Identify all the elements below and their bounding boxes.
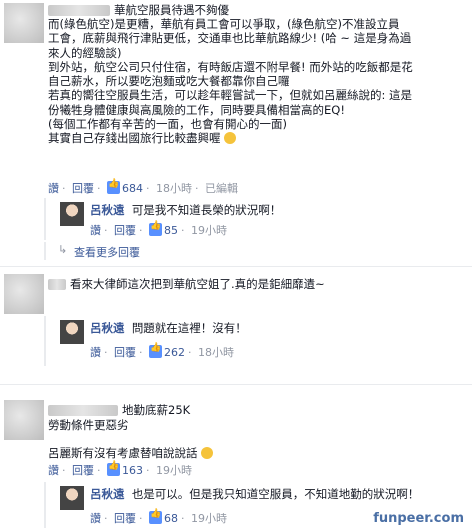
like-count[interactable]: 163 [122, 464, 143, 477]
comment-divider [0, 266, 472, 267]
watermark-logo: funpeer.com [373, 511, 464, 526]
like-link[interactable]: 讚 [48, 464, 59, 477]
replies-thread: 呂秋遠 問題就在這裡！沒有！ 讚· 回覆· 262· 18小時 [44, 316, 472, 366]
comment-header: 華航空服員待遇不夠優 [48, 2, 229, 18]
comment-line: (每個工作都有辛苦的一面，也會有開心的一面) [48, 117, 287, 132]
reply-actions: 讚· 回覆· 262· 18小時 [90, 343, 234, 360]
timestamp[interactable]: 19小時 [191, 512, 227, 525]
commenter-avatar[interactable] [4, 274, 44, 314]
reply-link[interactable]: 回覆 [114, 512, 136, 525]
like-count[interactable]: 68 [164, 512, 178, 525]
like-count[interactable]: 262 [164, 346, 185, 359]
like-count[interactable]: 85 [164, 224, 178, 237]
like-link[interactable]: 讚 [48, 182, 59, 195]
comment-line: 到外站，航空公司只付住宿，有時飯店還不附早餐! 而外站的吃飯都是花 [48, 59, 413, 74]
comment-line: 呂麗斯有沒有考慮替咱說說話 [48, 446, 214, 460]
reply-text: 可是我不知道長榮的狀況啊！ [131, 203, 282, 217]
comment-line: 勞動條件更惡劣 [48, 418, 129, 432]
commenter-avatar[interactable] [4, 400, 44, 440]
edited-label[interactable]: 已編輯 [205, 182, 238, 195]
comment-line: 工會，底薪與飛行津貼更低，交通車也比華航路線少! (哈 ~ 這是身為過 [48, 31, 412, 46]
like-link[interactable]: 讚 [90, 512, 101, 525]
like-link[interactable]: 讚 [90, 224, 101, 237]
commenter-name-blurred[interactable] [48, 5, 110, 16]
commenter-avatar[interactable] [4, 3, 44, 43]
like-count-icon [149, 221, 162, 236]
comment-actions: 讚· 回覆· 163· 19小時 [48, 461, 192, 478]
like-count-icon [149, 509, 162, 524]
view-more-replies-link[interactable]: 查看更多回覆 [74, 244, 140, 260]
comment-2: 看來大律師這次把到華航空姐了.真的是鉅細靡遺~ 呂秋遠 問題就在這裡！沒有！ 讚… [0, 272, 472, 372]
more-replies-row: ↳ 查看更多回覆 [44, 242, 472, 260]
comment-body: 勞動條件更惡劣 呂麗斯有沒有考慮替咱說說話 [48, 418, 214, 461]
comment-line: 份犧牲身體健康與高風險的工作，同時要具備相當高的EQ! [48, 102, 345, 117]
comment-1: 華航空服員待遇不夠優 而(綠色航空)是更糟，華航有員工會可以爭取，(綠色航空)不… [0, 0, 472, 260]
like-count[interactable]: 684 [122, 182, 143, 195]
replies-thread: 呂秋遠 可是我不知道長榮的狀況啊！ 讚· 回覆· 85· 19小時 [44, 198, 472, 240]
reply-author[interactable]: 呂秋遠 [90, 203, 125, 217]
reply-link[interactable]: 回覆 [114, 224, 136, 237]
comment-divider [0, 384, 472, 385]
smile-emoji-icon [201, 447, 214, 460]
reply-author[interactable]: 呂秋遠 [90, 487, 125, 501]
reply-actions: 讚· 回覆· 85· 19小時 [90, 221, 227, 238]
reply-avatar[interactable] [60, 486, 84, 510]
comment-line: 若真的嚮往空服員生活，可以趁年輕嘗試一下，但就如呂麗絲說的: 這是 [48, 88, 413, 103]
reply-arrow-icon: ↳ [58, 243, 68, 256]
reply-actions: 讚· 回覆· 68· 19小時 [90, 509, 227, 526]
reply-author[interactable]: 呂秋遠 [90, 321, 125, 335]
reply-link[interactable]: 回覆 [72, 464, 94, 477]
reply-avatar[interactable] [60, 202, 84, 226]
comment-line: 自己薪水，所以要吃泡麵或吃大餐都靠你自己囉 [48, 74, 290, 89]
like-count-icon [107, 461, 120, 476]
comment-line: 其實自己存錢出國旅行比較盡興喔 [48, 131, 468, 145]
commenter-name-blurred[interactable] [48, 279, 66, 290]
timestamp[interactable]: 18小時 [198, 346, 234, 359]
comment-line: 來人的經驗談) [48, 45, 122, 60]
like-link[interactable]: 讚 [90, 346, 101, 359]
like-count-icon [149, 343, 162, 358]
timestamp[interactable]: 18小時 [156, 182, 192, 195]
like-count-icon [107, 179, 120, 194]
comment-header: 地勤底薪25K [48, 402, 190, 418]
comment-body: 看來大律師這次把到華航空姐了.真的是鉅細靡遺~ [48, 276, 325, 292]
timestamp[interactable]: 19小時 [191, 224, 227, 237]
commenter-name-blurred[interactable] [48, 405, 118, 416]
comment-body: 而(綠色航空)是更糟，華航有員工會可以爭取，(綠色航空)不准設立員 工會，底薪與… [48, 17, 468, 146]
comment-actions: 讚· 回覆· 684· 18小時· 已編輯 [48, 179, 238, 196]
smile-emoji-icon [224, 132, 237, 145]
reply-link[interactable]: 回覆 [72, 182, 94, 195]
reply-link[interactable]: 回覆 [114, 346, 136, 359]
reply-avatar[interactable] [60, 320, 84, 344]
timestamp[interactable]: 19小時 [156, 464, 192, 477]
comment-line: 而(綠色航空)是更糟，華航有員工會可以爭取，(綠色航空)不准設立員 [48, 17, 400, 31]
reply-text: 問題就在這裡！沒有！ [131, 321, 247, 335]
reply-text: 也是可以。但是我只知道空服員，不知道地勤的狀況啊！ [131, 487, 420, 501]
